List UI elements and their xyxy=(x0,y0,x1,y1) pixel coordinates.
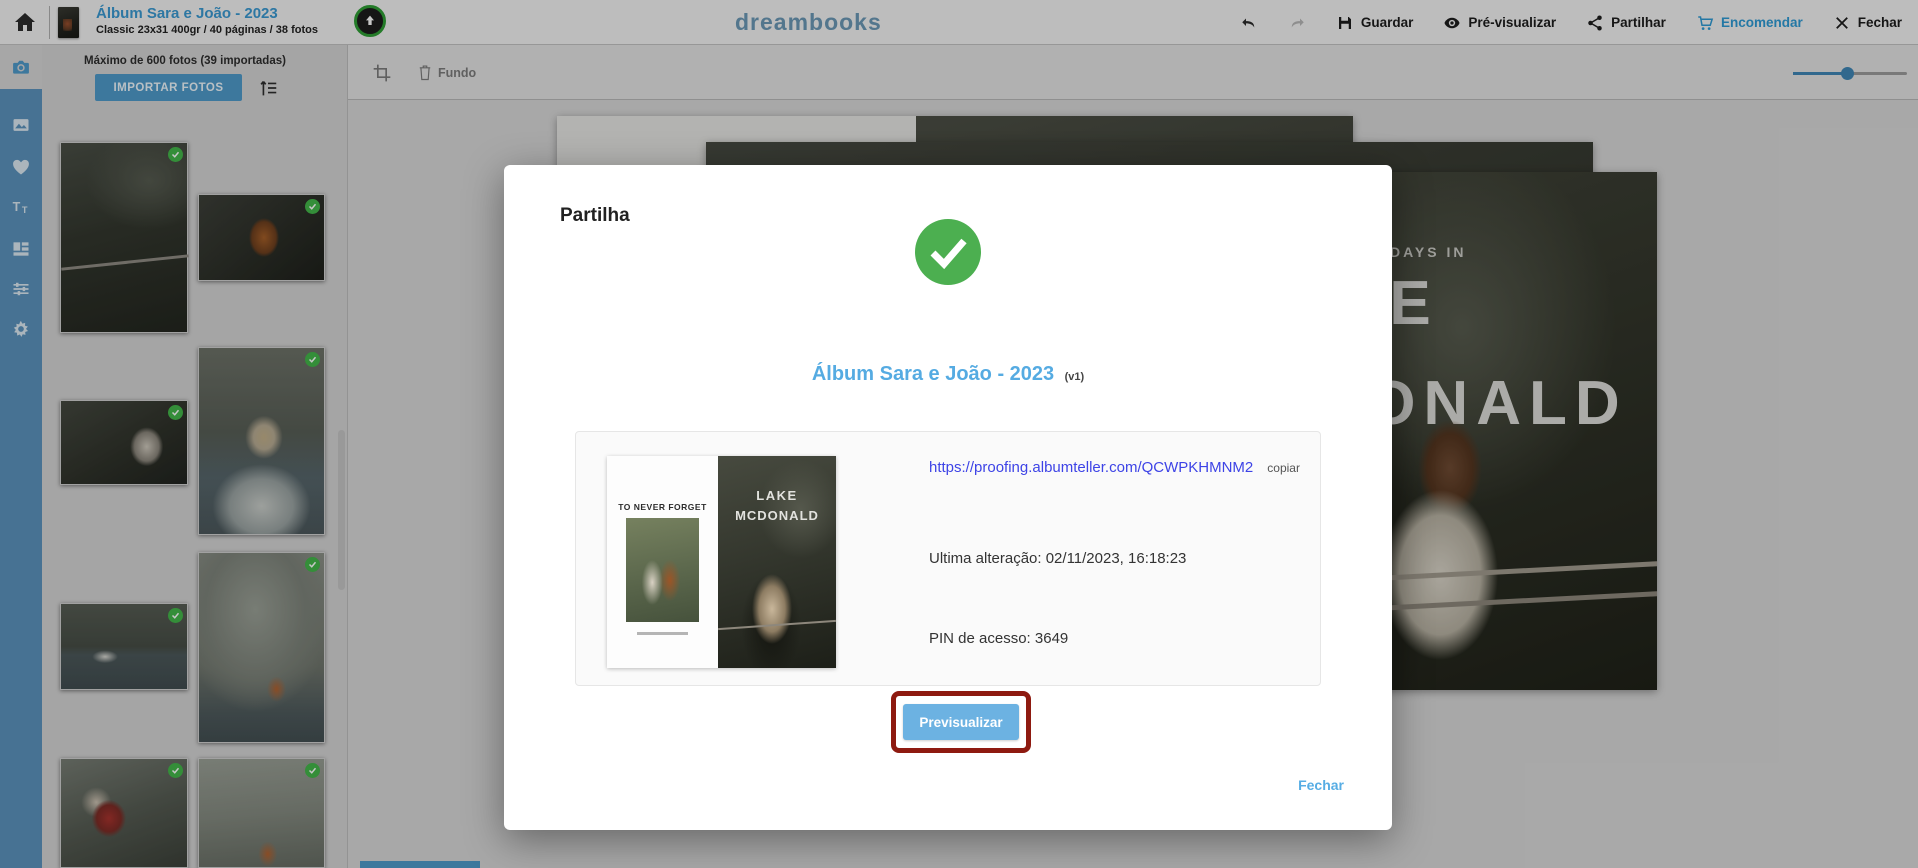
previsualize-button[interactable]: Previsualizar xyxy=(903,704,1019,740)
success-check xyxy=(914,218,982,286)
share-url-row: https://proofing.albumteller.com/QCWPKHM… xyxy=(929,459,1300,476)
front-cover-title-line2: MCDONALD xyxy=(718,508,836,523)
front-cover-title-line1: LAKE xyxy=(718,488,836,503)
back-cover-title: TO NEVER FORGET xyxy=(607,502,718,512)
pin-text: PIN de acesso: 3649 xyxy=(929,630,1068,647)
dialog-close-link[interactable]: Fechar xyxy=(1298,777,1344,793)
shared-album-name: Álbum Sara e João - 2023 xyxy=(812,363,1054,385)
app-screen: Álbum Sara e João - 2023 Classic 23x31 4… xyxy=(0,0,1918,868)
book-back-cover: TO NEVER FORGET xyxy=(607,456,718,668)
front-cover-figure xyxy=(752,574,792,644)
copy-url-button[interactable]: copiar xyxy=(1267,461,1300,475)
share-dialog: Partilha Álbum Sara e João - 2023 (v1) T… xyxy=(504,165,1392,830)
shared-album-title-row: Álbum Sara e João - 2023 (v1) xyxy=(504,363,1392,386)
book-preview: TO NEVER FORGET LAKE MCDONALD xyxy=(607,456,836,668)
share-url-link[interactable]: https://proofing.albumteller.com/QCWPKHM… xyxy=(929,459,1253,476)
dialog-title: Partilha xyxy=(560,205,630,227)
share-info-card: TO NEVER FORGET LAKE MCDONALD https://pr… xyxy=(575,431,1321,686)
success-check-icon xyxy=(914,218,982,286)
book-front-cover: LAKE MCDONALD xyxy=(718,456,836,668)
annotation-highlight-box: Previsualizar xyxy=(891,691,1031,753)
shared-album-version: (v1) xyxy=(1065,371,1085,383)
back-cover-caption xyxy=(637,632,688,635)
last-change-text: Ultima alteração: 02/11/2023, 16:18:23 xyxy=(929,550,1186,567)
back-cover-photo xyxy=(626,518,699,622)
